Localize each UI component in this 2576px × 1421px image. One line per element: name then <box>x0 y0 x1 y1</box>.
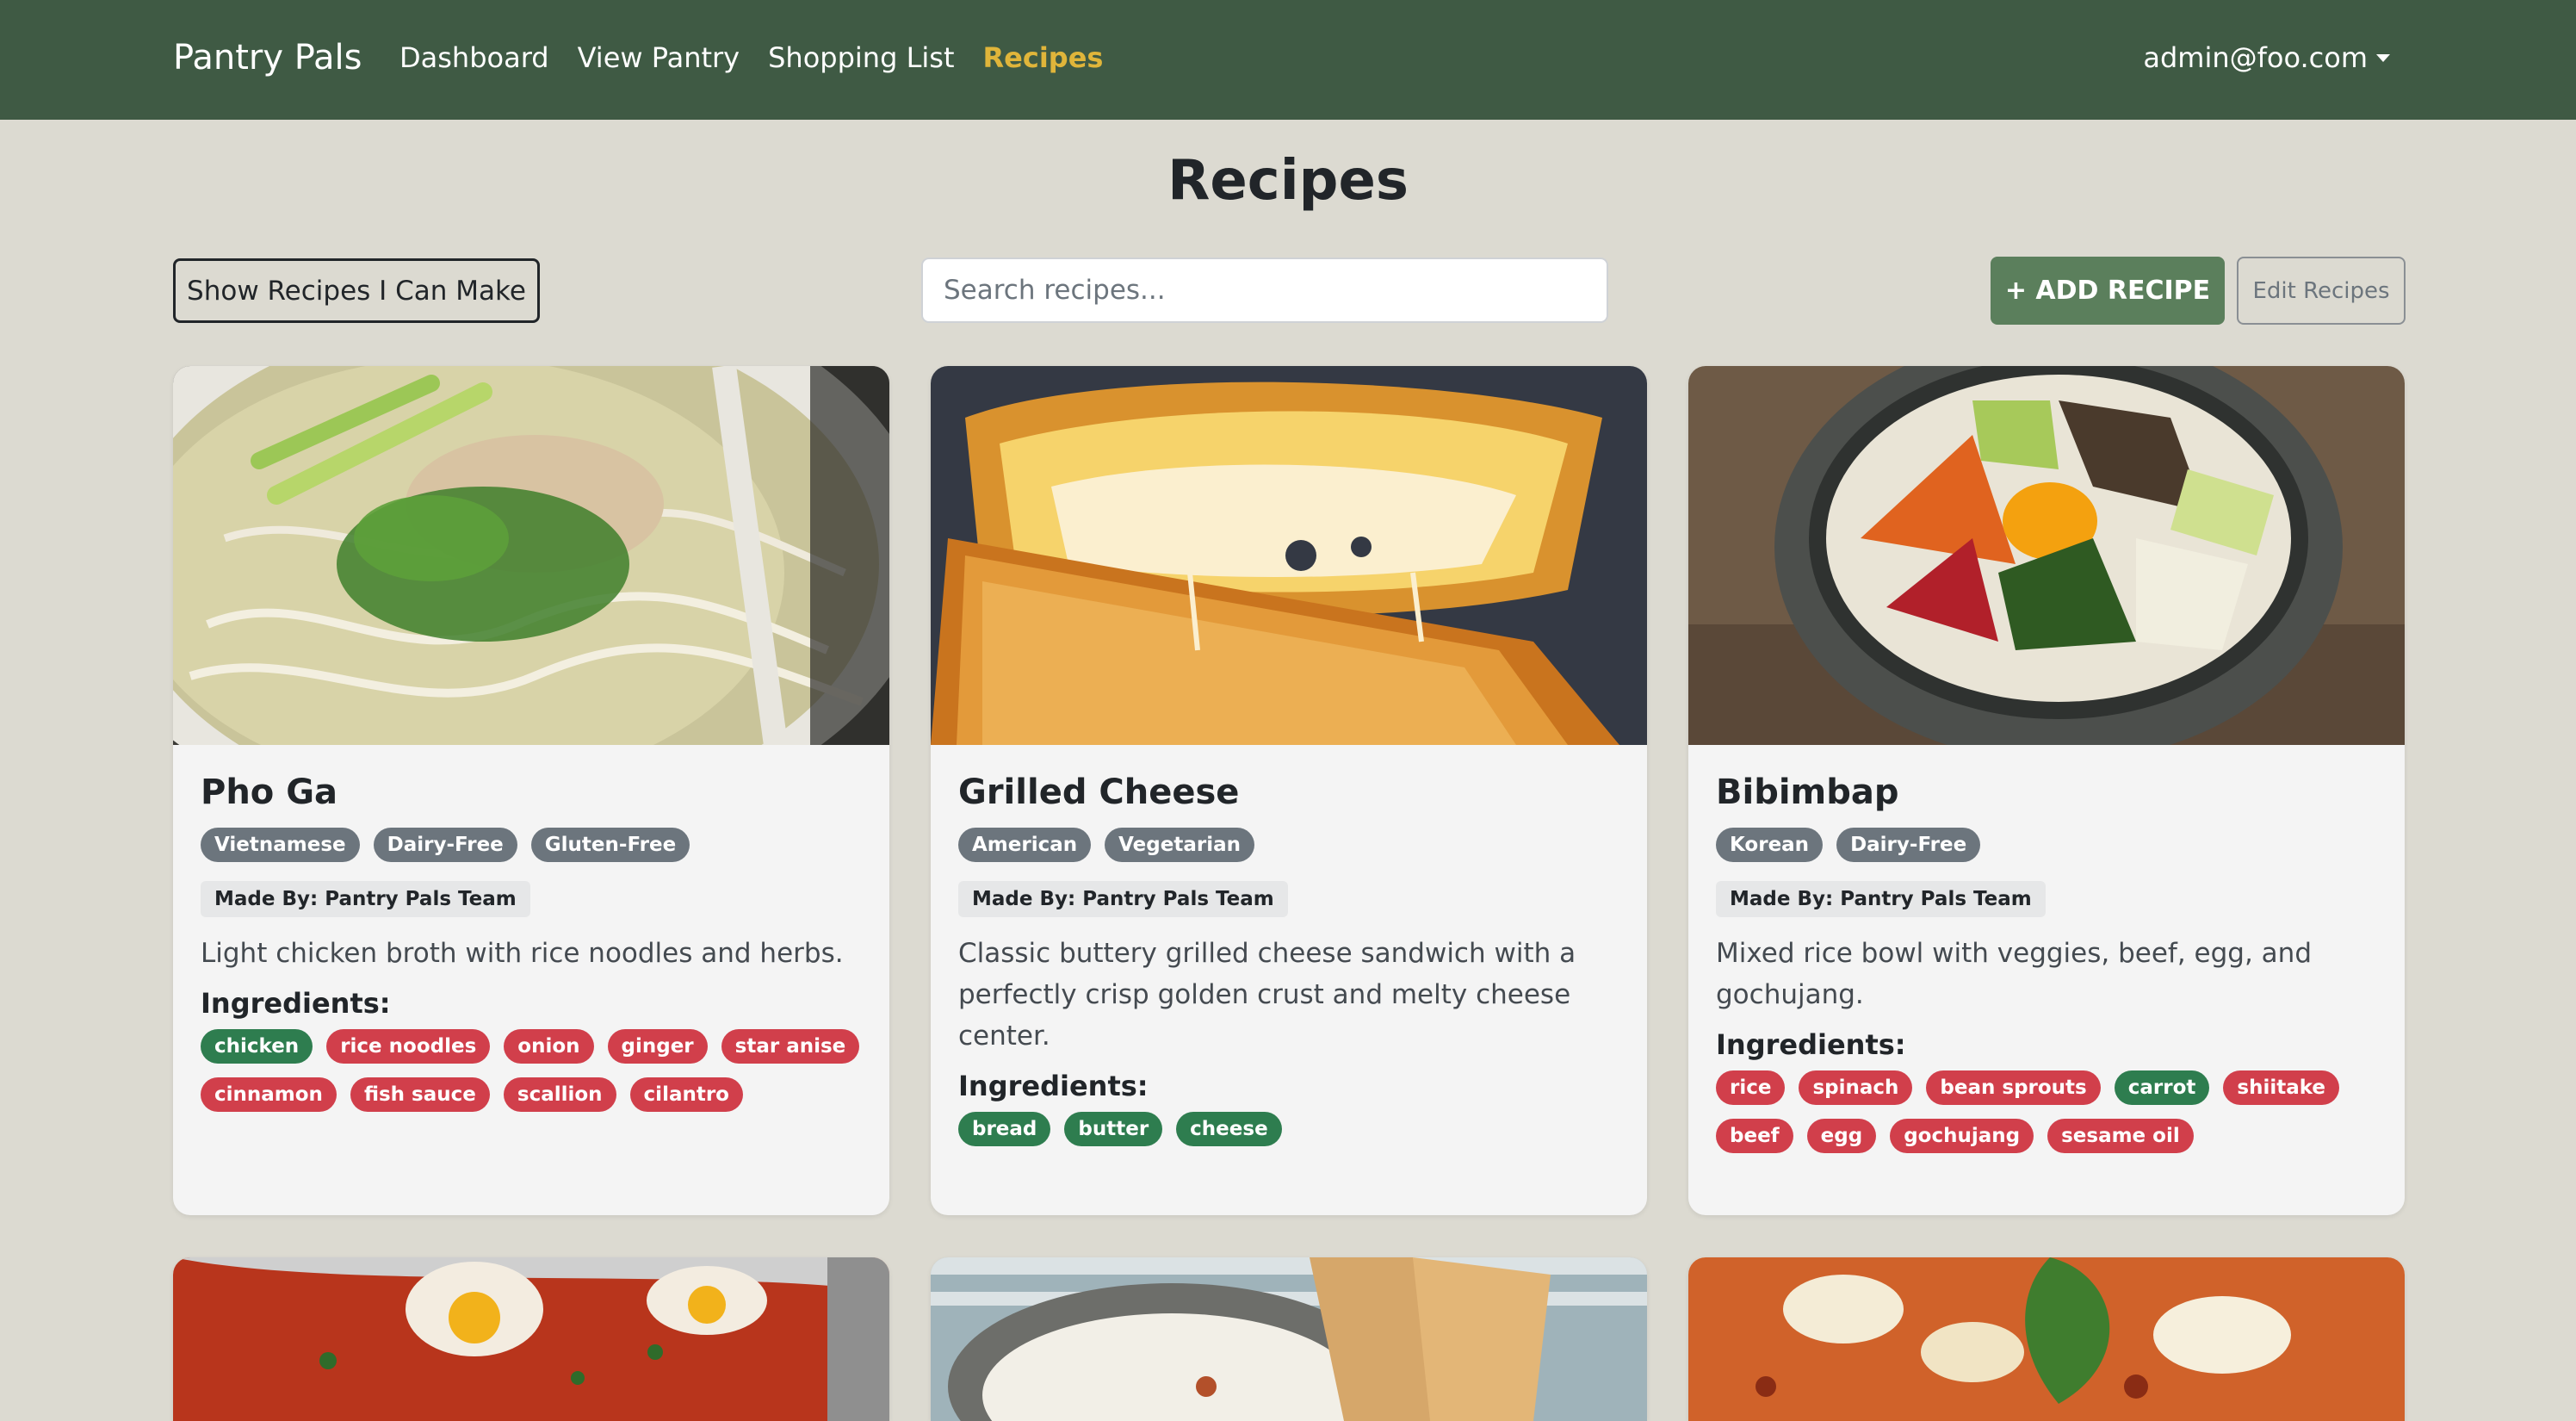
made-by-badge: Made By: Pantry Pals Team <box>201 881 530 917</box>
recipe-tags: Vietnamese Dairy-Free Gluten-Free <box>201 828 862 862</box>
diet-tag: Dairy-Free <box>1836 828 1981 862</box>
recipe-tags: Korean Dairy-Free <box>1716 828 2377 862</box>
recipe-card[interactable]: Pho Ga Vietnamese Dairy-Free Gluten-Free… <box>173 366 889 1215</box>
ingredient-badge: onion <box>504 1029 594 1064</box>
nav-link-view-pantry[interactable]: View Pantry <box>578 40 740 76</box>
recipe-image <box>1688 366 2405 745</box>
recipe-card[interactable]: Grilled Cheese American Vegetarian Made … <box>931 366 1647 1215</box>
ingredient-badge: cilantro <box>629 1077 743 1112</box>
ingredient-badge: scallion <box>503 1077 616 1112</box>
recipe-description: Mixed rice bowl with veggies, beef, egg,… <box>1716 938 2312 1010</box>
cuisine-tag: American <box>958 828 1092 862</box>
made-by-badge: Made By: Pantry Pals Team <box>1716 881 2046 917</box>
recipe-card[interactable] <box>931 1257 1647 1421</box>
recipe-image <box>931 366 1647 745</box>
diet-tag: Dairy-Free <box>373 828 517 862</box>
ingredients-heading: Ingredients: <box>958 1070 1149 1102</box>
recipe-title: Pho Ga <box>201 773 338 812</box>
cuisine-tag: Korean <box>1716 828 1824 862</box>
ingredient-badge: star anise <box>721 1029 860 1064</box>
recipe-image <box>1688 1257 2405 1421</box>
ingredients-heading: Ingredients: <box>1716 1028 1906 1061</box>
nav-link-dashboard[interactable]: Dashboard <box>399 40 549 76</box>
ingredient-badge: beef <box>1716 1119 1793 1153</box>
ingredients-heading: Ingredients: <box>201 987 391 1020</box>
ingredient-badge: spinach <box>1799 1070 1913 1105</box>
search-input[interactable] <box>921 258 1608 323</box>
diet-tag: Vegetarian <box>1105 828 1254 862</box>
recipe-card[interactable]: Bibimbap Korean Dairy-Free Made By: Pant… <box>1688 366 2405 1215</box>
nav-links: Dashboard View Pantry Shopping List Reci… <box>399 40 1131 76</box>
recipe-image <box>173 1257 889 1421</box>
edit-recipes-button[interactable]: Edit Recipes <box>2237 257 2406 325</box>
recipe-card[interactable] <box>173 1257 889 1421</box>
ingredient-badge: chicken <box>201 1029 313 1064</box>
recipe-description: Classic buttery grilled cheese sandwich … <box>958 938 1576 1052</box>
navbar: Pantry Pals Dashboard View Pantry Shoppi… <box>0 0 2576 120</box>
nav-link-shopping-list[interactable]: Shopping List <box>768 40 954 76</box>
recipe-card[interactable] <box>1688 1257 2405 1421</box>
ingredient-badge: rice <box>1716 1070 1786 1105</box>
made-by-badge: Made By: Pantry Pals Team <box>958 881 1288 917</box>
ingredient-badge: sesame oil <box>2047 1119 2194 1153</box>
nav-link-recipes[interactable]: Recipes <box>983 40 1104 76</box>
ingredient-badge: rice noodles <box>326 1029 491 1064</box>
recipe-tags: American Vegetarian <box>958 828 1619 862</box>
recipe-image <box>173 366 889 745</box>
recipe-description: Light chicken broth with rice noodles an… <box>201 938 844 969</box>
ingredient-badge: cinnamon <box>201 1077 337 1112</box>
ingredient-badge: fish sauce <box>350 1077 490 1112</box>
diet-tag: Gluten-Free <box>530 828 690 862</box>
cuisine-tag: Vietnamese <box>201 828 360 862</box>
ingredient-badge: bean sprouts <box>1926 1070 2101 1105</box>
ingredient-list: rice spinach bean sprouts carrot shiitak… <box>1716 1070 2377 1153</box>
ingredient-list: bread butter cheese <box>958 1112 1619 1146</box>
recipe-image <box>931 1257 1647 1421</box>
ingredient-badge: gochujang <box>1890 1119 2034 1153</box>
caret-down-icon <box>2376 53 2390 62</box>
ingredient-badge: carrot <box>2114 1070 2210 1105</box>
user-email: admin@foo.com <box>2143 41 2368 74</box>
user-menu-dropdown[interactable]: admin@foo.com <box>2143 40 2390 76</box>
ingredient-badge: bread <box>958 1112 1051 1146</box>
ingredient-list: chicken rice noodles onion ginger star a… <box>201 1029 862 1112</box>
page-title: Recipes <box>1167 149 1409 213</box>
add-recipe-button[interactable]: + ADD RECIPE <box>1991 257 2225 325</box>
ingredient-badge: shiitake <box>2223 1070 2340 1105</box>
brand-logo[interactable]: Pantry Pals <box>173 36 362 79</box>
show-recipes-i-can-make-button[interactable]: Show Recipes I Can Make <box>173 258 540 323</box>
ingredient-badge: egg <box>1806 1119 1877 1153</box>
recipe-title: Grilled Cheese <box>958 773 1240 812</box>
recipe-title: Bibimbap <box>1716 773 1899 812</box>
ingredient-badge: ginger <box>607 1029 708 1064</box>
ingredient-badge: cheese <box>1176 1112 1282 1146</box>
ingredient-badge: butter <box>1064 1112 1163 1146</box>
